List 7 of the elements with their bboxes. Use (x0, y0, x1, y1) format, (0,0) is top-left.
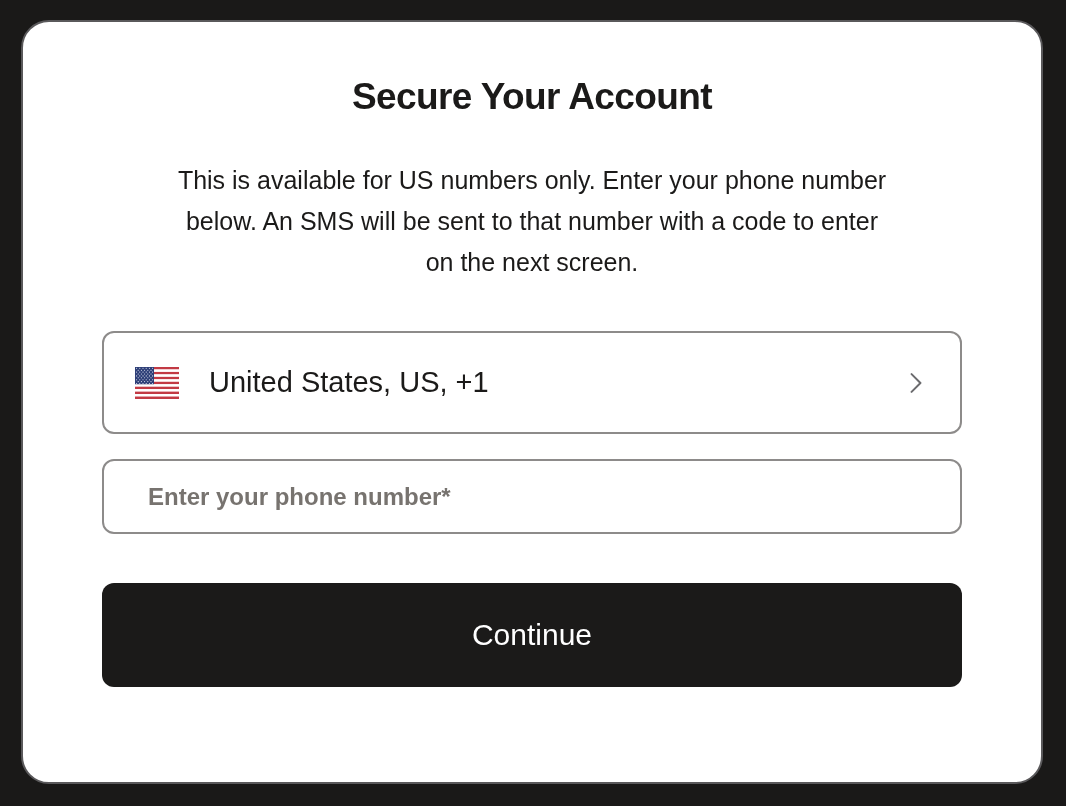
continue-button[interactable]: Continue (102, 583, 962, 687)
description-text: This is available for US numbers only. Enter your phone number below. An SMS will be sent to that number with a code to enter on the next screen. (176, 165, 888, 278)
flag-icon (135, 366, 179, 399)
chevron-right-icon (910, 372, 922, 393)
phone-input-field[interactable]: Enter your phone number* (102, 459, 962, 534)
dialog-title: Secure Your Account (351, 75, 713, 119)
country-select[interactable]: United States, US, +1 (102, 331, 962, 434)
